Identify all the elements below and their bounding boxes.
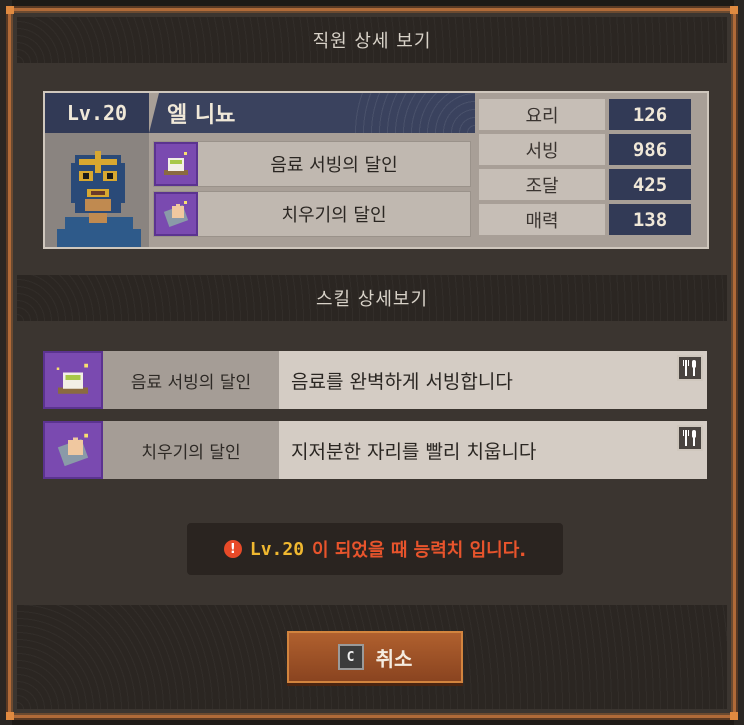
luchador-portrait-icon: [45, 133, 149, 247]
tea-cup-icon: [43, 351, 103, 409]
skill-row[interactable]: 음료 서빙의 달인 음료를 완벽하게 서빙합니다: [43, 351, 707, 409]
notice-text: 이 되었을 때 능력치 입니다.: [312, 540, 527, 561]
badge-label: 치우기의 달인: [281, 205, 387, 226]
dialog-title: 직원 상세 보기: [312, 31, 432, 52]
tea-cup-icon: [154, 142, 198, 186]
skill-section-title: 스킬 상세보기: [315, 289, 429, 310]
employee-detail-dialog: 직원 상세 보기 Lv.20 엘 니뇨 음료 서빙의 달인 치우기의 달인 요리…: [6, 6, 738, 720]
corner-ornament: [6, 6, 14, 14]
corner-ornament: [730, 712, 738, 720]
cancel-label: 취소: [375, 646, 413, 671]
stat-row: 서빙 986: [479, 134, 705, 165]
cutlery-icon: [677, 425, 703, 451]
stat-name: 매력: [479, 204, 605, 235]
stat-name: 조달: [479, 169, 605, 200]
stat-row: 요리 126: [479, 99, 705, 130]
dialog-footer: C 취소: [17, 605, 727, 709]
corner-ornament: [6, 712, 14, 720]
stat-row: 조달 425: [479, 169, 705, 200]
stat-name: 서빙: [479, 134, 605, 165]
cleaning-hand-icon: [43, 421, 103, 479]
badge-label: 음료 서빙의 달인: [270, 155, 398, 176]
employee-card: Lv.20 엘 니뇨 음료 서빙의 달인 치우기의 달인 요리 126 서빙 9…: [43, 91, 709, 249]
level-notice: ! Lv.20 이 되었을 때 능력치 입니다.: [187, 523, 563, 575]
stat-value: 425: [609, 169, 691, 200]
skill-description: 음료를 완벽하게 서빙합니다: [291, 370, 513, 393]
badge-row: 치우기의 달인: [153, 191, 471, 237]
notice-level: Lv.20: [249, 538, 305, 560]
employee-stats: 요리 126 서빙 986 조달 425 매력 138: [479, 99, 705, 239]
badge-row: 음료 서빙의 달인: [153, 141, 471, 187]
warning-icon: !: [223, 540, 242, 558]
cleaning-hand-icon: [154, 192, 198, 236]
stat-value: 138: [609, 204, 691, 235]
corner-ornament: [730, 6, 738, 14]
keyboard-c-icon: C: [337, 644, 364, 670]
skill-name: 치우기의 달인: [103, 421, 279, 479]
dialog-title-bar: 직원 상세 보기: [17, 17, 727, 63]
cutlery-icon: [677, 355, 703, 381]
employee-name: 엘 니뇨: [149, 93, 475, 133]
skill-section-bar: 스킬 상세보기: [17, 275, 727, 321]
stat-value: 126: [609, 99, 691, 130]
skill-description: 지저분한 자리를 빨리 치웁니다: [291, 440, 537, 463]
employee-portrait: [45, 133, 149, 247]
skill-row[interactable]: 치우기의 달인 지저분한 자리를 빨리 치웁니다: [43, 421, 707, 479]
cancel-button[interactable]: C 취소: [287, 631, 463, 683]
stat-name: 요리: [479, 99, 605, 130]
stat-row: 매력 138: [479, 204, 705, 235]
stat-value: 986: [609, 134, 691, 165]
employee-level: Lv.20: [45, 93, 149, 133]
employee-badges: 음료 서빙의 달인 치우기의 달인: [153, 141, 471, 241]
skill-name: 음료 서빙의 달인: [103, 351, 279, 409]
